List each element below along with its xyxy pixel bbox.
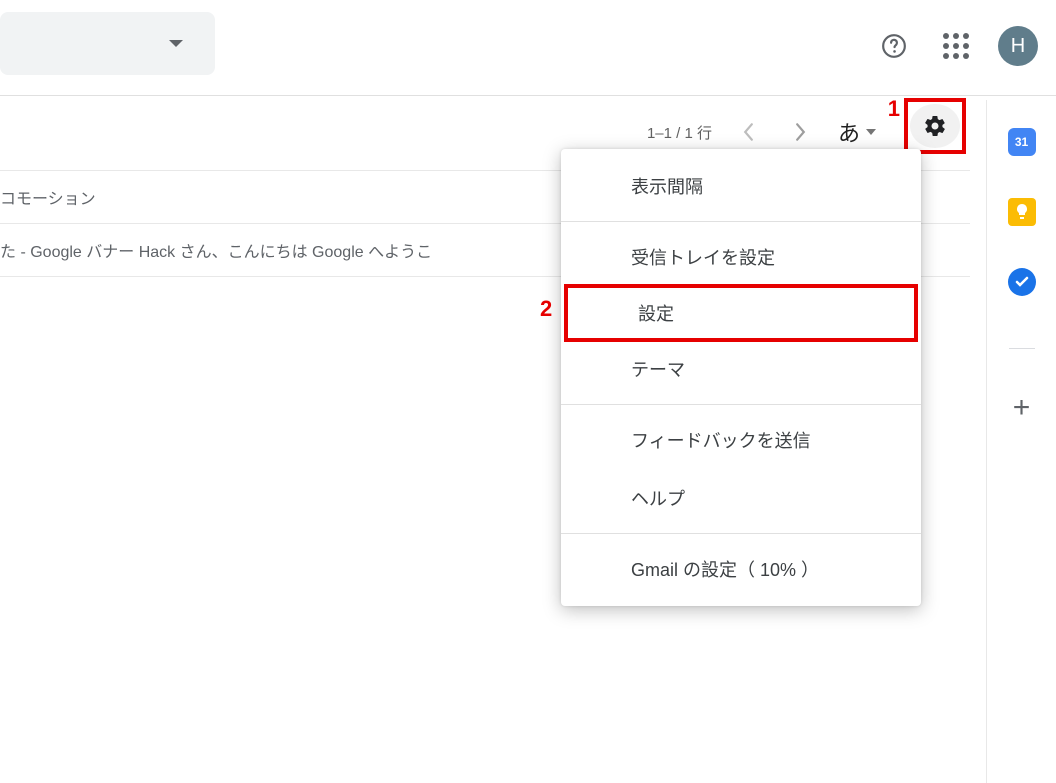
- side-separator: [1009, 348, 1035, 349]
- apps-icon[interactable]: [936, 26, 976, 66]
- search-dropdown[interactable]: [0, 12, 215, 75]
- mail-snippet: た - Google バナー Hack さん、こんにちは Google へようこ: [0, 244, 432, 261]
- menu-item-help[interactable]: ヘルプ: [561, 469, 921, 527]
- keep-icon[interactable]: [1008, 198, 1036, 226]
- annotation-box-1: [904, 98, 966, 154]
- prev-page-button[interactable]: [734, 117, 764, 147]
- help-icon[interactable]: [874, 26, 914, 66]
- ime-label: あ: [838, 116, 860, 148]
- menu-item-density[interactable]: 表示間隔: [561, 157, 921, 215]
- header-right-cluster: H: [874, 26, 1038, 66]
- add-addon-button[interactable]: +: [1013, 391, 1031, 425]
- settings-menu: 表示間隔 受信トレイを設定 設定 テーマ フィードバックを送信 ヘルプ Gmai…: [561, 149, 921, 606]
- header-bar: H: [0, 0, 1056, 96]
- caret-down-icon: [866, 129, 876, 135]
- category-label: コモーション: [0, 191, 96, 208]
- avatar-initial: H: [1011, 35, 1025, 58]
- menu-item-feedback[interactable]: フィードバックを送信: [561, 411, 921, 469]
- menu-item-inbox-config[interactable]: 受信トレイを設定: [561, 228, 921, 286]
- pagination-label: 1–1 / 1 行: [647, 122, 712, 143]
- calendar-day-number: 31: [1015, 135, 1028, 149]
- menu-item-settings[interactable]: 設定: [568, 288, 914, 338]
- calendar-icon[interactable]: 31: [1008, 128, 1036, 156]
- next-page-button[interactable]: [786, 117, 816, 147]
- menu-item-gmail-setup[interactable]: Gmail の設定（ 10% ）: [561, 540, 921, 598]
- menu-separator: [561, 533, 921, 534]
- input-language-switcher[interactable]: あ: [838, 116, 876, 148]
- account-avatar[interactable]: H: [998, 26, 1038, 66]
- side-panel: 31 +: [986, 100, 1056, 783]
- menu-separator: [561, 404, 921, 405]
- menu-item-themes[interactable]: テーマ: [561, 340, 921, 398]
- list-toolbar: 1–1 / 1 行 あ: [0, 112, 970, 152]
- caret-down-icon: [169, 40, 183, 47]
- settings-gear-button[interactable]: [910, 104, 960, 148]
- annotation-box-2: 設定: [564, 284, 918, 342]
- menu-separator: [561, 221, 921, 222]
- annotation-label-2: 2: [540, 296, 552, 322]
- gear-icon: [923, 114, 947, 138]
- tasks-icon[interactable]: [1008, 268, 1036, 296]
- annotation-label-1: 1: [888, 96, 900, 122]
